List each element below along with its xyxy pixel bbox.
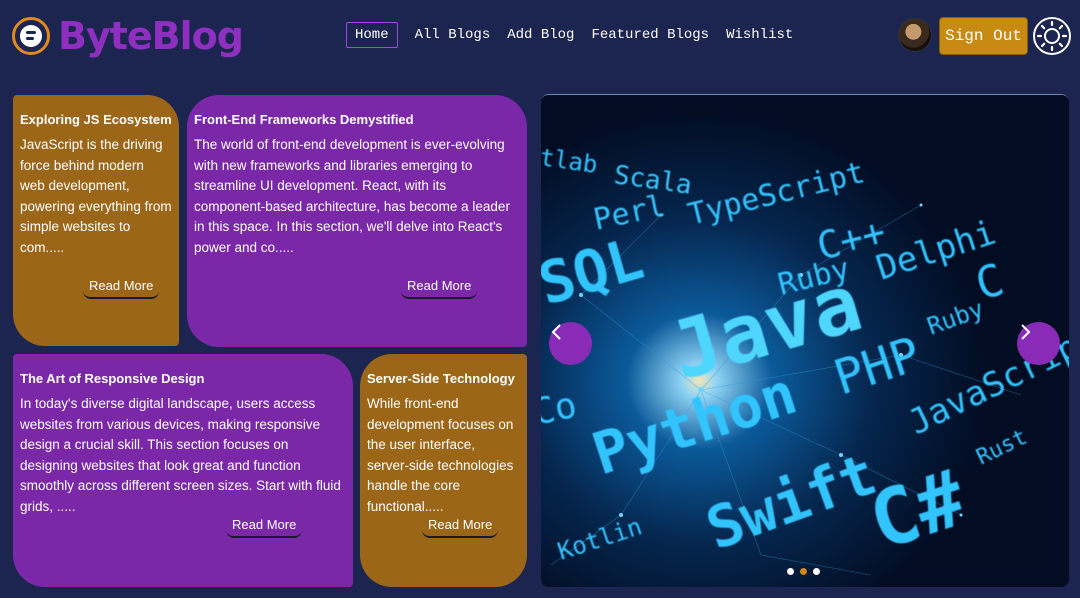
read-more-button[interactable]: Read More xyxy=(422,515,499,538)
nav-link-home[interactable]: Home xyxy=(346,22,398,48)
sun-icon[interactable] xyxy=(1032,16,1072,56)
carousel-next-button[interactable] xyxy=(1017,322,1060,365)
blog-card-excerpt: While front-end development focuses on t… xyxy=(367,396,514,514)
blog-card-excerpt: JavaScript is the driving force behind m… xyxy=(20,137,172,255)
image-carousel[interactable]: tlab Scala Perl TypeScript C++ SQL Ruby … xyxy=(541,94,1069,587)
blog-card-excerpt: In today's diverse digital landscape, us… xyxy=(20,396,341,514)
carousel-indicator-1[interactable] xyxy=(787,568,794,575)
read-more-button[interactable]: Read More xyxy=(83,276,160,299)
nav-links: Home All Blogs Add Blog Featured Blogs W… xyxy=(346,22,810,48)
blog-card: Front-End Frameworks Demystified The wor… xyxy=(187,95,527,347)
carousel-indicator-3[interactable] xyxy=(813,568,820,575)
nav-link-featured-blogs[interactable]: Featured Blogs xyxy=(591,27,709,43)
read-more-button[interactable]: Read More xyxy=(401,276,478,299)
nav-link-add-blog[interactable]: Add Blog xyxy=(507,27,574,43)
blog-card: Exploring JS Ecosystem JavaScript is the… xyxy=(13,95,179,346)
blog-card-title: The Art of Responsive Design xyxy=(20,371,205,386)
chevron-left-icon xyxy=(551,324,561,340)
navbar: ByteBlog Home All Blogs Add Blog Feature… xyxy=(0,0,1080,76)
blog-card-title: Front-End Frameworks Demystified xyxy=(194,112,414,127)
programming-languages-image: tlab Scala Perl TypeScript C++ SQL Ruby … xyxy=(541,95,1069,587)
carousel-prev-button[interactable] xyxy=(549,322,592,365)
brand-name: ByteBlog xyxy=(58,14,244,58)
blog-card-title: Server-Side Technology xyxy=(367,371,515,386)
read-more-button[interactable]: Read More xyxy=(226,515,303,538)
sign-out-button[interactable]: Sign Out xyxy=(939,17,1028,55)
brand-logo[interactable]: ByteBlog xyxy=(12,14,244,58)
user-avatar[interactable] xyxy=(898,18,932,52)
chevron-right-icon xyxy=(1021,324,1031,340)
blog-card-title: Exploring JS Ecosystem xyxy=(20,112,172,127)
blog-card-excerpt: The world of front-end development is ev… xyxy=(194,137,510,255)
carousel-indicators xyxy=(787,568,826,575)
carousel-indicator-2[interactable] xyxy=(800,568,807,575)
blogger-icon xyxy=(12,17,50,55)
blog-card: The Art of Responsive Design In today's … xyxy=(13,354,353,587)
nav-link-all-blogs[interactable]: All Blogs xyxy=(415,27,491,43)
nav-link-wishlist[interactable]: Wishlist xyxy=(726,27,793,43)
blog-card: Server-Side Technology While front-end d… xyxy=(360,354,527,587)
